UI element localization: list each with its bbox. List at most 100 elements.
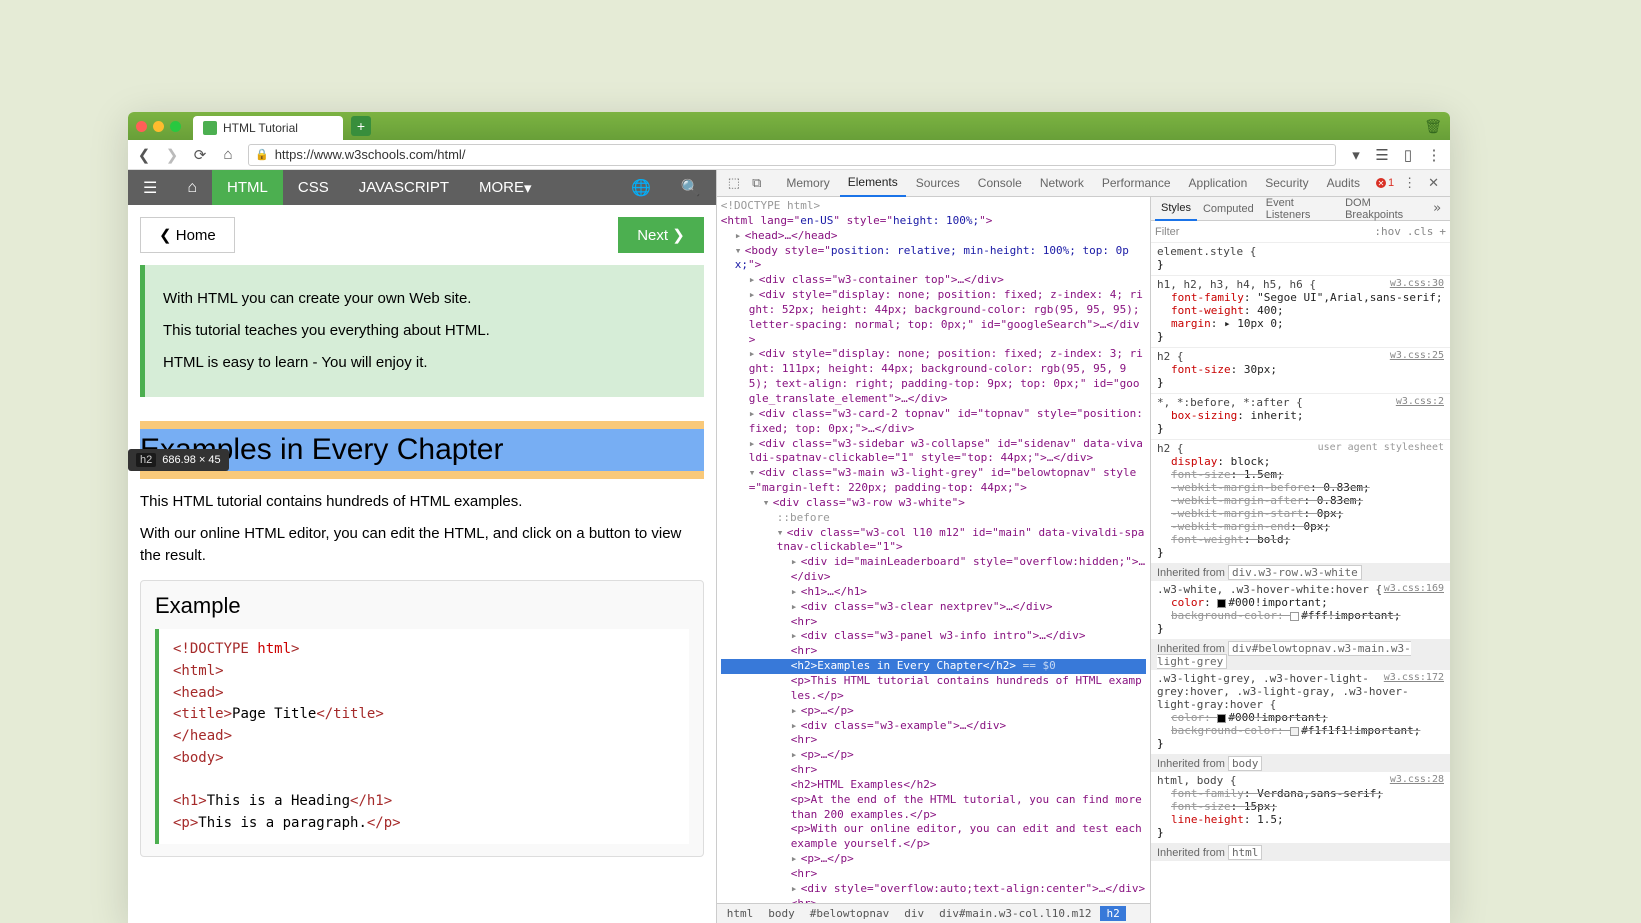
example-box: Example <!DOCTYPE html> <html> <head> <t… <box>140 580 704 857</box>
crumb-body[interactable]: body <box>762 906 801 921</box>
nav-prev-next: ❮ Home Next ❯ <box>140 217 704 253</box>
intro-panel: With HTML you can create your own Web si… <box>140 265 704 397</box>
dt-tab-audits[interactable]: Audits <box>1319 170 1368 197</box>
add-rule-icon[interactable]: + <box>1439 225 1446 238</box>
reload-button[interactable]: ⟳ <box>192 146 208 164</box>
dt-tab-application[interactable]: Application <box>1181 170 1256 197</box>
elements-tree[interactable]: <!DOCTYPE html> <html lang="en-US" style… <box>717 197 1150 903</box>
url-text: https://www.w3schools.com/html/ <box>275 147 466 162</box>
devtools-main: <!DOCTYPE html> <html lang="en-US" style… <box>717 197 1450 923</box>
url-bar[interactable]: 🔒 https://www.w3schools.com/html/ <box>248 144 1336 166</box>
new-tab-button[interactable]: + <box>351 116 371 136</box>
tooltip-dims: 686.98 × 45 <box>162 454 220 466</box>
crumb-h2[interactable]: h2 <box>1100 906 1125 921</box>
topnav-javascript[interactable]: JAVASCRIPT <box>344 170 464 205</box>
dt-tab-security[interactable]: Security <box>1257 170 1316 197</box>
home-prev-button[interactable]: ❮ Home <box>140 217 235 253</box>
home-icon[interactable]: ⌂ <box>172 170 212 205</box>
nav-right: ▾ ☰ ▯ ⋮ <box>1348 146 1442 164</box>
cls-toggle[interactable]: .cls <box>1407 225 1434 238</box>
highlight-margin-top <box>140 421 704 429</box>
inherited-1: Inherited from div.w3-row.w3-white <box>1151 564 1450 581</box>
favicon-icon <box>203 121 217 135</box>
maximize-window-button[interactable] <box>170 121 181 132</box>
crumb-html[interactable]: html <box>721 906 760 921</box>
devtools-close-icon[interactable]: ✕ <box>1423 175 1444 191</box>
home-button[interactable]: ⌂ <box>220 146 236 163</box>
styles-more-icon[interactable]: » <box>1428 201 1446 216</box>
traffic-lights <box>136 121 181 132</box>
styles-tab-listeners[interactable]: Event Listeners <box>1260 197 1339 221</box>
topnav-more[interactable]: MORE ▾ <box>464 170 547 205</box>
title-bar: HTML Tutorial + 🗑 <box>128 112 1450 140</box>
inherited-2: Inherited from div#belowtopnav.w3-main.w… <box>1151 640 1450 670</box>
browser-tab[interactable]: HTML Tutorial <box>193 116 343 140</box>
lock-icon: 🔒 <box>255 148 269 161</box>
page-area: ☰ ⌂ HTML CSS JAVASCRIPT MORE ▾ 🌐 🔍 ❮ Hom… <box>128 170 716 923</box>
hov-toggle[interactable]: :hov <box>1374 225 1401 238</box>
rule-w3-light-grey: w3.css:172 .w3-light-grey, .w3-hover-lig… <box>1151 670 1450 755</box>
tooltip-tag: h2 <box>136 453 156 467</box>
styles-tab-dom[interactable]: DOM Breakpoints <box>1339 197 1428 221</box>
rule-universal: w3.css:2 *, *:before, *:after { box-sizi… <box>1151 394 1450 440</box>
para-1: This HTML tutorial contains hundreds of … <box>140 491 704 513</box>
forward-button[interactable]: ❯ <box>164 146 180 164</box>
devtools-toolbar: ⬚ ⧉ Memory Elements Sources Console Netw… <box>717 170 1450 197</box>
search-icon[interactable]: 🔍 <box>666 170 716 205</box>
filter-input[interactable]: Filter <box>1155 226 1179 238</box>
trash-icon[interactable]: 🗑 <box>1424 118 1442 135</box>
reader-icon[interactable]: ☰ <box>1374 146 1390 164</box>
rule-headings: w3.css:30 h1, h2, h3, h4, h5, h6 { font-… <box>1151 276 1450 348</box>
crumb-div[interactable]: div <box>898 906 930 921</box>
page-content: ❮ Home Next ❯ With HTML you can create y… <box>128 205 716 923</box>
content-row: ☰ ⌂ HTML CSS JAVASCRIPT MORE ▾ 🌐 🔍 ❮ Hom… <box>128 170 1450 923</box>
hamburger-icon[interactable]: ☰ <box>128 170 172 205</box>
styles-tabbar: Styles Computed Event Listeners DOM Brea… <box>1151 197 1450 221</box>
devtools-area: ⬚ ⧉ Memory Elements Sources Console Netw… <box>716 170 1450 923</box>
menu-icon[interactable]: ⋮ <box>1426 146 1442 164</box>
close-window-button[interactable] <box>136 121 147 132</box>
topnav-html[interactable]: HTML <box>212 170 283 205</box>
intro-p3: HTML is easy to learn - You will enjoy i… <box>163 351 686 375</box>
globe-icon[interactable]: 🌐 <box>616 170 666 205</box>
inherited-4: Inherited from html <box>1151 844 1450 861</box>
dt-tab-memory[interactable]: Memory <box>778 170 837 197</box>
dt-tab-sources[interactable]: Sources <box>908 170 968 197</box>
next-button[interactable]: Next ❯ <box>618 217 704 253</box>
crumb-main[interactable]: div#main.w3-col.l10.m12 <box>933 906 1097 921</box>
inspect-element-icon[interactable]: ⬚ <box>723 175 745 191</box>
tab-title: HTML Tutorial <box>223 121 298 135</box>
rule-element-style: element.style {} <box>1151 243 1450 276</box>
styles-filter-row: Filter :hov .cls + <box>1151 221 1450 243</box>
minimize-window-button[interactable] <box>153 121 164 132</box>
rule-w3-white: w3.css:169 .w3-white, .w3-hover-white:ho… <box>1151 581 1450 640</box>
back-button[interactable]: ❮ <box>136 146 152 164</box>
selected-element: <h2>Examples in Every Chapter</h2> == $0 <box>721 659 1146 674</box>
breadcrumb-bar[interactable]: html body #belowtopnav div div#main.w3-c… <box>717 903 1150 923</box>
devtools-menu-icon[interactable]: ⋮ <box>1398 175 1421 191</box>
dt-tab-performance[interactable]: Performance <box>1094 170 1179 197</box>
crumb-belowtopnav[interactable]: #belowtopnav <box>804 906 895 921</box>
dt-tab-console[interactable]: Console <box>970 170 1030 197</box>
nav-bar: ❮ ❯ ⟳ ⌂ 🔒 https://www.w3schools.com/html… <box>128 140 1450 170</box>
intro-p1: With HTML you can create your own Web si… <box>163 287 686 311</box>
highlight-margin-bottom <box>140 471 704 479</box>
caret-down-icon: ▾ <box>524 179 532 197</box>
browser-window: HTML Tutorial + 🗑 ❮ ❯ ⟳ ⌂ 🔒 https://www.… <box>128 112 1450 923</box>
dt-tab-elements[interactable]: Elements <box>840 170 906 197</box>
rule-h2-author: w3.css:25 h2 { font-size: 30px; } <box>1151 348 1450 394</box>
dt-tab-network[interactable]: Network <box>1032 170 1092 197</box>
panel-icon[interactable]: ▯ <box>1400 146 1416 164</box>
styles-panel: Styles Computed Event Listeners DOM Brea… <box>1150 197 1450 923</box>
topnav-css[interactable]: CSS <box>283 170 344 205</box>
intro-p2: This tutorial teaches you everything abo… <box>163 319 686 343</box>
device-toggle-icon[interactable]: ⧉ <box>747 175 766 191</box>
error-indicator[interactable]: ✕1 <box>1376 177 1394 189</box>
elements-panel: <!DOCTYPE html> <html lang="en-US" style… <box>717 197 1150 923</box>
styles-content[interactable]: element.style {} w3.css:30 h1, h2, h3, h… <box>1151 243 1450 923</box>
inherited-3: Inherited from body <box>1151 755 1450 772</box>
styles-tab-styles[interactable]: Styles <box>1155 197 1197 221</box>
styles-tab-computed[interactable]: Computed <box>1197 197 1260 221</box>
rule-h2-ua: user agent stylesheet h2 { display: bloc… <box>1151 440 1450 564</box>
download-icon[interactable]: ▾ <box>1348 146 1364 164</box>
